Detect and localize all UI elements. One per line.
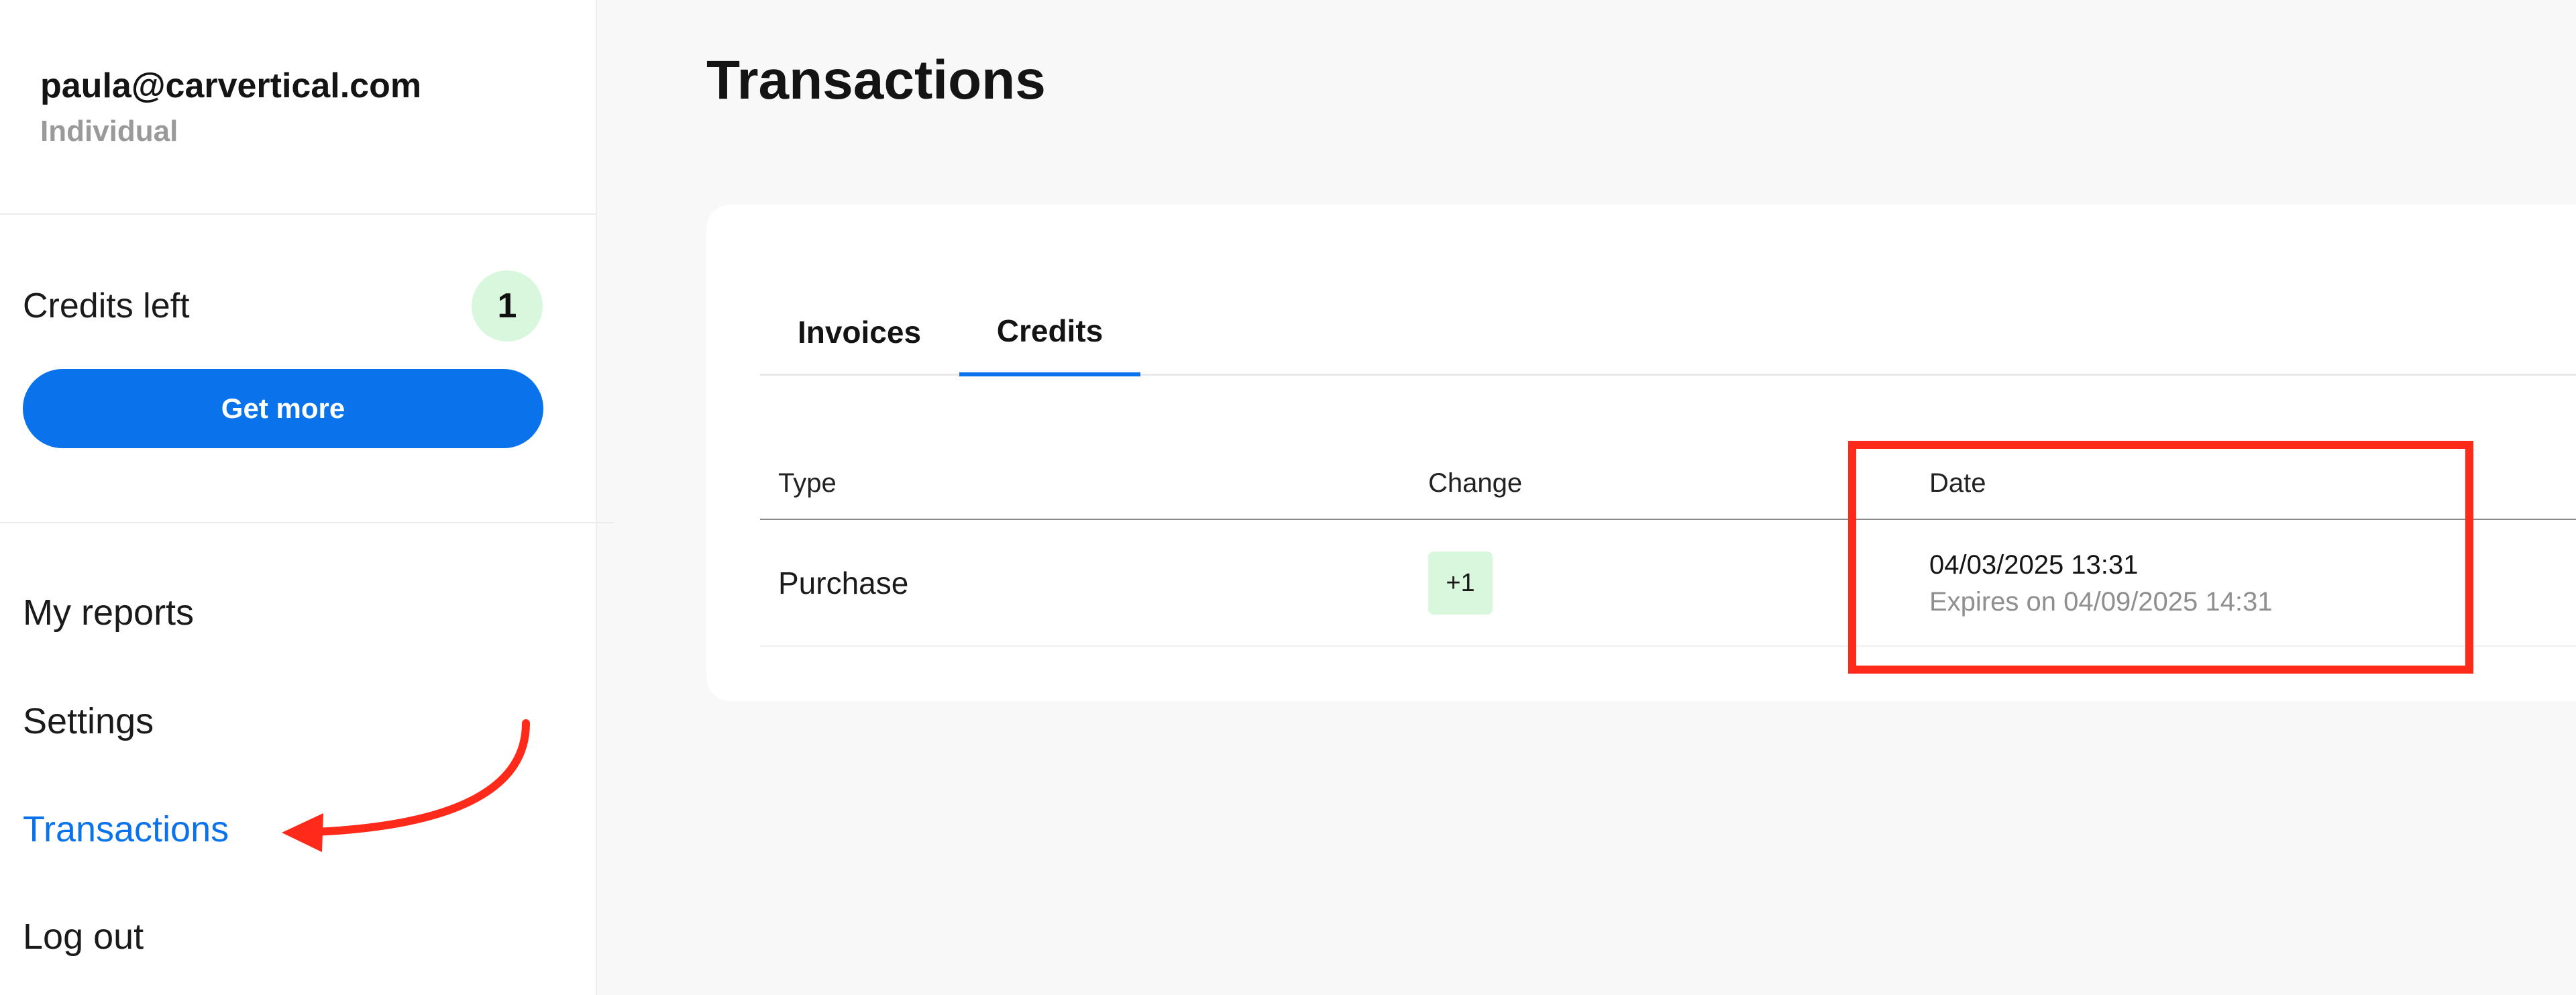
- nav-item-log-out[interactable]: Log out: [23, 914, 144, 959]
- sidebar-divider: [0, 213, 597, 215]
- tab-invoices[interactable]: Invoices: [760, 289, 959, 376]
- page-title: Transactions: [706, 50, 1046, 111]
- nav-item-transactions[interactable]: Transactions: [23, 807, 229, 851]
- column-header-type: Type: [778, 468, 837, 498]
- account-email: paula@carvertical.com: [40, 66, 422, 105]
- column-header-date: Date: [1929, 468, 1986, 498]
- sidebar: paula@carvertical.com Individual Credits…: [0, 0, 614, 995]
- nav-item-my-reports[interactable]: My reports: [23, 590, 194, 635]
- transactions-page: paula@carvertical.com Individual Credits…: [0, 0, 2576, 995]
- tab-credits[interactable]: Credits: [959, 289, 1140, 376]
- column-header-change: Change: [1428, 468, 1523, 498]
- transactions-tabs: Invoices Credits: [760, 289, 2576, 376]
- account-type: Individual: [40, 115, 178, 148]
- sidebar-divider: [0, 522, 614, 523]
- transaction-type: Purchase: [778, 566, 909, 600]
- credits-left-label: Credits left: [23, 286, 190, 325]
- table-header-divider: [760, 519, 2576, 520]
- transaction-date: 04/03/2025 13:31: [1929, 550, 2139, 580]
- credit-change-badge: +1: [1428, 552, 1493, 615]
- transactions-card: [706, 205, 2576, 701]
- expiry-date: Expires on 04/09/2025 14:31: [1929, 587, 2273, 617]
- credits-count-badge: 1: [472, 270, 543, 342]
- nav-item-settings[interactable]: Settings: [23, 699, 154, 743]
- get-more-button[interactable]: Get more: [23, 369, 543, 448]
- table-row-divider: [760, 645, 2576, 647]
- account-info: paula@carvertical.com Individual: [40, 64, 421, 150]
